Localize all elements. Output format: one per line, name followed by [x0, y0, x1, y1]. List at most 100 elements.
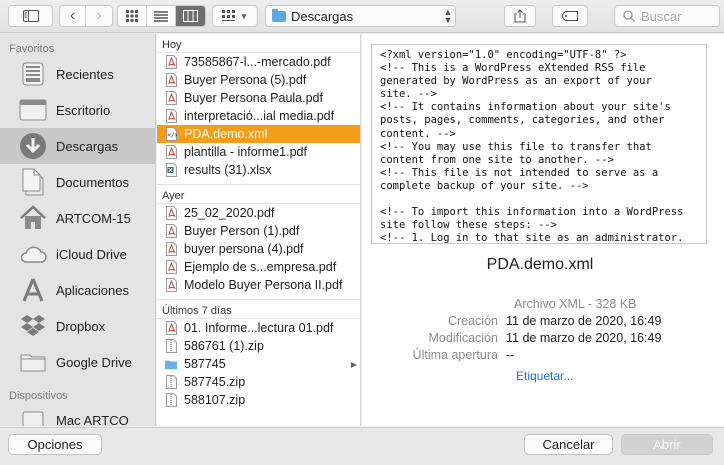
- add-tags-link[interactable]: Etiquetar...: [362, 369, 724, 383]
- folder-icon: [18, 348, 48, 376]
- folder-row[interactable]: 587745 ▶: [157, 355, 360, 373]
- sidebar-item-label: Descargas: [56, 138, 119, 154]
- zip-file-icon: [165, 339, 177, 353]
- share-button[interactable]: [504, 5, 536, 27]
- file-row[interactable]: plantilla - informe1.pdf: [157, 143, 360, 161]
- sidebar-item-device[interactable]: Mac ARTCO: [0, 402, 155, 426]
- file-name: interpretació...ial media.pdf: [184, 109, 335, 123]
- sidebar-item-aplicaciones[interactable]: Aplicaciones: [0, 272, 155, 308]
- sidebar-item-label: ARTCOM-15: [56, 210, 131, 226]
- applications-icon: [18, 276, 48, 304]
- sidebar-item-descargas[interactable]: Descargas: [0, 128, 155, 164]
- sidebar-toggle-button[interactable]: [8, 5, 53, 27]
- zip-file-icon: [165, 375, 177, 389]
- pdf-file-icon: [165, 55, 177, 69]
- pdf-file-icon: [165, 278, 177, 292]
- pdf-file-icon: [165, 109, 177, 123]
- file-row[interactable]: 25_02_2020.pdf: [157, 204, 360, 222]
- file-row[interactable]: buyer persona (4).pdf: [157, 240, 360, 258]
- icon-view-button[interactable]: [118, 6, 147, 26]
- sidebar-item-label: Documentos: [56, 174, 129, 190]
- chevron-left-icon: ‹: [69, 7, 76, 24]
- open-button[interactable]: Abrir: [621, 434, 713, 455]
- pdf-file-icon: [165, 224, 177, 238]
- view-mode-group: [117, 5, 206, 27]
- sidebar-item-icloud[interactable]: iCloud Drive: [0, 236, 155, 272]
- sidebar-item-label: Escritorio: [56, 102, 111, 118]
- file-row[interactable]: 587745.zip: [157, 373, 360, 391]
- file-name: Buyer Person (1).pdf: [184, 224, 300, 238]
- back-button[interactable]: ‹: [60, 6, 86, 26]
- file-name: 01. Informe...lectura 01.pdf: [184, 321, 334, 335]
- options-button[interactable]: Opciones: [8, 434, 102, 455]
- pdf-file-icon: [165, 73, 177, 87]
- file-row[interactable]: </> PDA.demo.xml: [157, 125, 360, 143]
- sidebar-item-dropbox[interactable]: Dropbox: [0, 308, 155, 344]
- file-list: Hoy 73585867-l...-mercado.pdf Buyer Perso…: [157, 34, 361, 426]
- hard-drive-icon: [18, 408, 48, 426]
- excel-file-icon: [165, 163, 177, 177]
- meta-value: --: [506, 348, 515, 362]
- preview-pane: <?xml version="1.0" encoding="UTF-8" ?> …: [362, 34, 724, 426]
- sidebar-item-documentos[interactable]: Documentos: [0, 164, 155, 200]
- recents-icon: [18, 60, 48, 88]
- xml-file-icon: </>: [165, 127, 177, 141]
- column-view-button[interactable]: [176, 6, 205, 26]
- search-field[interactable]: Buscar: [614, 5, 720, 27]
- meta-label: Creación: [447, 314, 498, 328]
- preview-filename: PDA.demo.xml: [486, 256, 594, 273]
- list-view-button[interactable]: [147, 6, 176, 26]
- columns-icon: [183, 10, 198, 22]
- grid-icon: [126, 10, 138, 22]
- file-row[interactable]: 588107.zip: [157, 391, 360, 409]
- sidebar-item-google-drive[interactable]: Google Drive: [0, 344, 155, 380]
- pdf-file-icon: [165, 91, 177, 105]
- meta-row-created: Creación 11 de marzo de 2020, 16:49: [362, 314, 724, 331]
- file-name: Ejemplo de s...empresa.pdf: [184, 260, 337, 274]
- file-row[interactable]: interpretació...ial media.pdf: [157, 107, 360, 125]
- file-name: 587745: [184, 357, 226, 371]
- file-row[interactable]: Buyer Persona Paula.pdf: [157, 89, 360, 107]
- file-name: 588107.zip: [184, 393, 246, 407]
- downloads-icon: [18, 132, 48, 160]
- sidebar-item-label: Dropbox: [56, 318, 106, 334]
- search-placeholder: Buscar: [641, 8, 682, 24]
- group-header-yesterday: Ayer: [157, 185, 360, 204]
- group-by-button[interactable]: ▼: [212, 5, 258, 27]
- group-header-today: Hoy: [157, 34, 360, 53]
- sidebar-item-escritorio[interactable]: Escritorio: [0, 92, 155, 128]
- file-row[interactable]: Buyer Persona (5).pdf: [157, 71, 360, 89]
- location-label: Descargas: [291, 8, 354, 24]
- file-name: buyer persona (4).pdf: [184, 242, 304, 256]
- folder-icon: [165, 357, 177, 371]
- file-name: results (31).xlsx: [184, 163, 272, 177]
- file-row[interactable]: 01. Informe...lectura 01.pdf: [157, 319, 360, 337]
- file-row[interactable]: Buyer Person (1).pdf: [157, 222, 360, 240]
- file-row[interactable]: Modelo Buyer Persona II.pdf: [157, 276, 360, 294]
- pdf-file-icon: [165, 206, 177, 220]
- chevron-down-icon: ▼: [240, 11, 248, 21]
- cancel-button[interactable]: Cancelar: [524, 434, 613, 455]
- file-row[interactable]: results (31).xlsx: [157, 161, 360, 179]
- tag-icon: [561, 11, 578, 21]
- file-name: PDA.demo.xml: [184, 127, 268, 141]
- cloud-icon: [18, 240, 48, 268]
- sidebar-item-artcom[interactable]: ARTCOM-15: [0, 200, 155, 236]
- group-header-last-7-days: Últimos 7 días: [157, 300, 360, 319]
- devices-header: Dispositivos: [9, 390, 68, 402]
- pdf-file-icon: [165, 321, 177, 335]
- sidebar-item-recientes[interactable]: Recientes: [0, 56, 155, 92]
- tag-button[interactable]: [552, 5, 588, 27]
- dropbox-icon: [18, 312, 48, 340]
- file-name: 586761 (1).zip: [184, 339, 264, 353]
- file-row[interactable]: 73585867-l...-mercado.pdf: [157, 53, 360, 71]
- sidebar-item-label: Google Drive: [56, 354, 132, 370]
- file-row[interactable]: Ejemplo de s...empresa.pdf: [157, 258, 360, 276]
- location-popup[interactable]: Descargas ▲ ▼: [265, 5, 456, 27]
- updown-chevron-icon: ▲ ▼: [443, 7, 453, 25]
- file-name: 587745.zip: [184, 375, 246, 389]
- meta-row-modified: Modificación 11 de marzo de 2020, 16:49: [362, 331, 724, 348]
- forward-button[interactable]: ›: [86, 6, 112, 26]
- file-row[interactable]: 586761 (1).zip: [157, 337, 360, 355]
- svg-text:</>: </>: [167, 132, 177, 139]
